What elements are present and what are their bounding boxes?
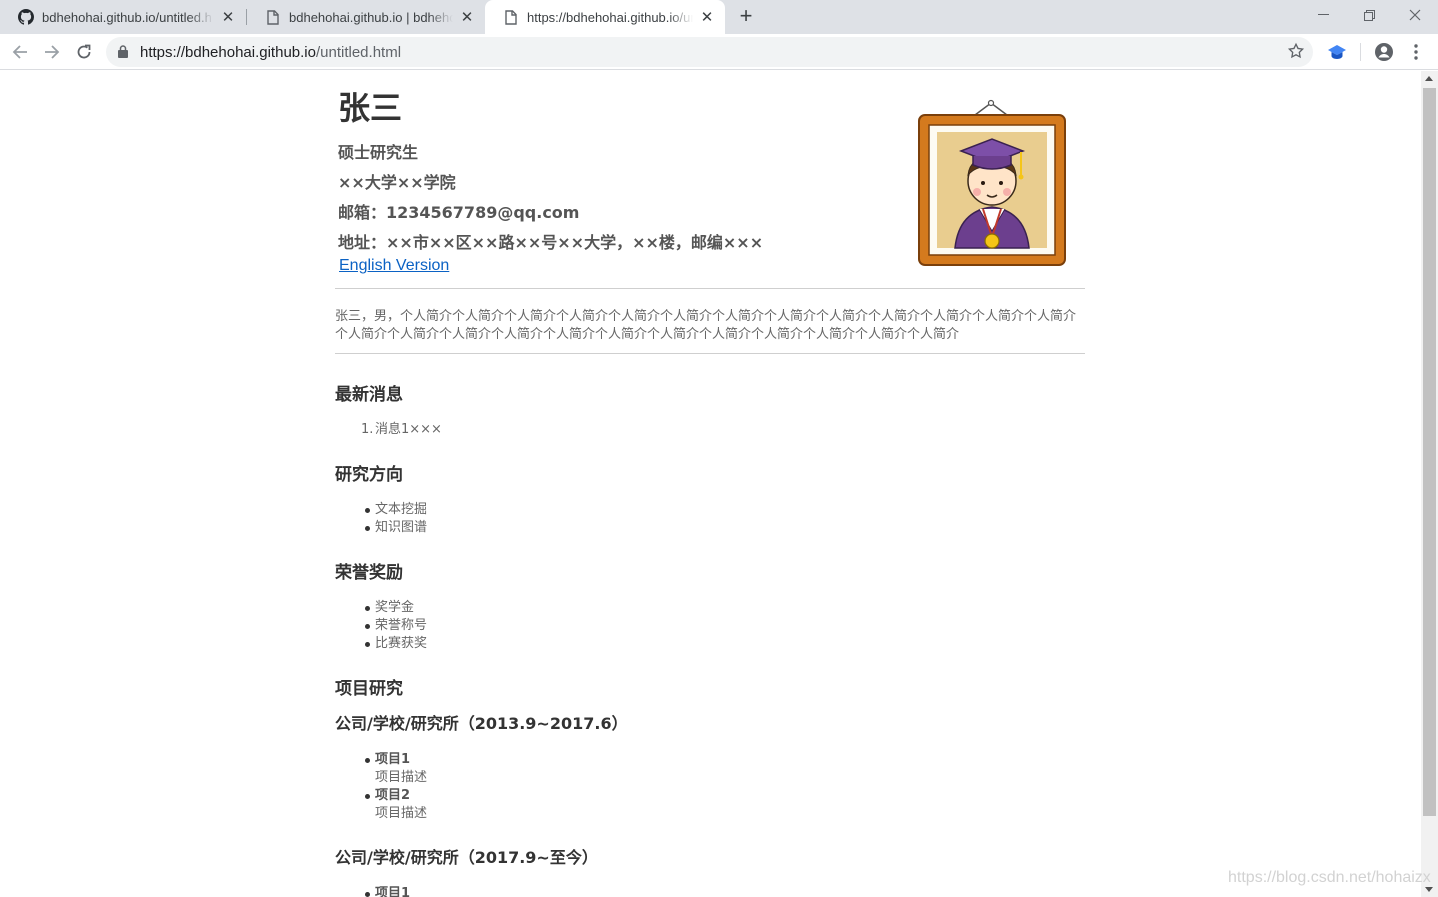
intro-line: 个人简介个人简介个人简介个人简介个人简介个人简介个人简介个人简介个人简介个人简介… [335, 327, 960, 342]
intro-line: 张三，男，个人简介个人简介个人简介个人简介个人简介个人简介个人简介个人简介个人简… [335, 309, 1077, 324]
new-tab-button[interactable]: + [735, 5, 757, 28]
close-icon[interactable]: ✕ [459, 9, 475, 26]
close-icon[interactable]: ✕ [220, 9, 236, 26]
minimize-icon[interactable] [1300, 0, 1346, 30]
page-icon [503, 9, 519, 25]
toolbar-divider [1360, 43, 1361, 61]
research-item: 知识图谱 [364, 520, 428, 535]
news-item: 1. 消息1××× [361, 422, 442, 437]
tab-3-active[interactable]: https://bdhehohai.github.io/untit ✕ [485, 0, 725, 34]
tab-2[interactable]: bdhehohai.github.io | bdhehoha ✕ [247, 0, 485, 34]
awards-list: 奖学金 荣誉称号 比赛获奖 [364, 599, 428, 653]
projects-heading: 项目研究 [335, 679, 403, 699]
forward-icon[interactable] [38, 38, 66, 66]
award-item: 比赛获奖 [364, 636, 428, 651]
award-item: 荣誉称号 [364, 618, 428, 633]
news-item-text: 消息1××× [375, 422, 442, 437]
intro-paragraph: 张三，男，个人简介个人简介个人简介个人简介个人简介个人简介个人简介个人简介个人简… [335, 308, 1085, 344]
browser-toolbar: https://bdhehohai.github.io/untitled.htm… [0, 34, 1438, 70]
back-icon[interactable] [6, 38, 34, 66]
page-icon [265, 9, 281, 25]
menu-kebab-icon[interactable] [1404, 40, 1428, 64]
resume-page: 张三 硕士研究生 ××大学××学院 邮箱：1234567789@qq.com 地… [335, 71, 1085, 897]
project-item: 项目2 项目描述 [364, 787, 428, 823]
email: 邮箱：1234567789@qq.com [338, 203, 580, 222]
research-list: 文本挖掘 知识图谱 [364, 501, 428, 537]
reload-icon[interactable] [70, 38, 98, 66]
project-name: 项目1 [375, 752, 411, 767]
project-item: 项目1 [364, 885, 411, 897]
news-list: 1. 消息1××× [361, 421, 442, 439]
school: ××大学××学院 [338, 173, 456, 192]
project-desc: 项目描述 [375, 806, 428, 821]
tab-title: https://bdhehohai.github.io/untit [527, 9, 693, 25]
profile-avatar-icon[interactable] [1372, 40, 1396, 64]
bookmark-star-icon[interactable] [1287, 42, 1305, 65]
scrollbar-thumb[interactable] [1423, 88, 1436, 816]
window-close-icon[interactable] [1392, 0, 1438, 30]
restore-icon[interactable] [1346, 0, 1392, 30]
research-heading: 研究方向 [335, 465, 403, 485]
portrait-image [918, 99, 1066, 266]
watermark: https://blog.csdn.net/hohaizx [1228, 869, 1431, 886]
degree: 硕士研究生 [338, 143, 419, 162]
tab-1[interactable]: bdhehohai.github.io/untitled.h ✕ [0, 0, 246, 34]
url-text: https://bdhehohai.github.io/untitled.htm… [140, 44, 401, 61]
close-icon[interactable]: ✕ [699, 9, 715, 26]
page-viewport: 张三 硕士研究生 ××大学××学院 邮箱：1234567789@qq.com 地… [0, 71, 1421, 897]
github-icon [18, 9, 34, 25]
org-heading: 公司/学校/研究所（2017.9~至今） [335, 848, 598, 867]
english-version-link[interactable]: English Version [339, 257, 449, 275]
divider [335, 353, 1085, 354]
project-item: 项目1 项目描述 [364, 751, 428, 787]
url-host: https://bdhehohai.github.io [140, 44, 316, 61]
scroll-down-arrow-icon[interactable] [1425, 887, 1433, 892]
url-path: /untitled.html [315, 44, 402, 61]
tab-title: bdhehohai.github.io/untitled.h [42, 9, 212, 25]
extension-graduation-cap-icon[interactable] [1325, 40, 1349, 64]
project-desc: 项目描述 [375, 770, 428, 785]
tab-strip: bdhehohai.github.io/untitled.h ✕ bdhehoh… [0, 0, 1438, 34]
org-heading: 公司/学校/研究所（2013.9~2017.6） [335, 714, 628, 733]
awards-heading: 荣誉奖励 [335, 563, 403, 583]
project-list: 项目1 [364, 885, 411, 897]
profile-header: 张三 硕士研究生 ××大学××学院 邮箱：1234567789@qq.com 地… [335, 71, 1085, 284]
scroll-up-arrow-icon[interactable] [1425, 76, 1433, 81]
research-item: 文本挖掘 [364, 502, 428, 517]
address: 地址：××市××区××路××号××大学，××楼，邮编××× [338, 233, 764, 252]
lock-icon [118, 45, 128, 63]
tab-title: bdhehohai.github.io | bdhehoha [289, 9, 453, 25]
project-name: 项目1 [375, 886, 411, 897]
project-list: 项目1 项目描述 项目2 项目描述 [364, 751, 428, 823]
award-item: 奖学金 [364, 599, 427, 617]
divider [335, 288, 1085, 289]
address-bar[interactable]: https://bdhehohai.github.io/untitled.htm… [106, 37, 1313, 67]
vertical-scrollbar[interactable] [1421, 71, 1438, 897]
news-heading: 最新消息 [335, 385, 403, 405]
project-name: 项目2 [375, 788, 411, 803]
person-name: 张三 [338, 89, 403, 127]
